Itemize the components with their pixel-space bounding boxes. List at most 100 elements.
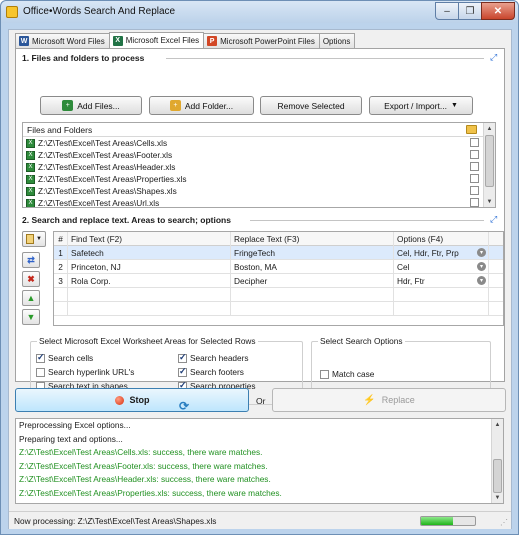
resize-grip-icon[interactable]: ⋰	[500, 518, 509, 527]
match-case-checkbox[interactable]: Match case	[320, 369, 374, 379]
options-cell[interactable]: Cel ▾	[394, 260, 489, 274]
file-row[interactable]: X Z:\Z\Test\Excel\Test Areas\Properties.x…	[23, 173, 495, 185]
file-path: Z:\Z\Test\Excel\Test Areas\Properties.xl…	[38, 174, 187, 184]
search-footers-checkbox[interactable]: Search footers	[178, 366, 244, 377]
scroll-down-icon[interactable]: ▼	[484, 196, 495, 207]
file-checkbox[interactable]	[470, 162, 479, 171]
options-dropdown-icon[interactable]: ▾	[477, 248, 486, 257]
col-find-text[interactable]: Find Text (F2)	[68, 232, 231, 246]
checkbox-checked[interactable]	[178, 366, 187, 377]
replace-label: Replace	[381, 395, 415, 405]
paste-dropdown-button[interactable]: ▼	[22, 231, 46, 247]
file-checkbox[interactable]	[470, 150, 479, 159]
scroll-thumb[interactable]	[493, 459, 502, 493]
tab-options[interactable]: Options	[318, 33, 356, 48]
add-row-button[interactable]: ⇄	[22, 252, 40, 268]
options-cell[interactable]	[394, 302, 489, 316]
file-checkbox[interactable]	[470, 174, 479, 183]
move-up-button[interactable]: ▲	[22, 290, 40, 306]
replace-text-cell[interactable]: Boston, MA	[231, 260, 394, 274]
replace-text-cell[interactable]: Decipher	[231, 274, 394, 288]
find-text-cell[interactable]: Safetech	[68, 246, 231, 260]
files-scrollbar[interactable]: ▲ ▼	[483, 123, 495, 207]
tab-word-files[interactable]: W Microsoft Word Files	[15, 33, 110, 48]
add-folder-button[interactable]: + Add Folder...	[149, 96, 254, 115]
file-row[interactable]: X Z:\Z\Test\Excel\Test Areas\Url.xls	[23, 197, 495, 207]
table-row[interactable]: 3 Rola Corp. Decipher Hdr, Ftr ▾	[54, 274, 503, 288]
replace-text-cell[interactable]	[231, 288, 394, 302]
move-down-button[interactable]: ▼	[22, 309, 40, 325]
table-row[interactable]: 1 Safetech FringeTech Cel, Hdr, Ftr, Prp ▾	[54, 246, 503, 260]
match-case-label: Match case	[332, 369, 375, 379]
scroll-up-icon[interactable]: ▲	[484, 123, 495, 134]
close-button[interactable]: ✕	[481, 2, 515, 20]
row-number: 1	[54, 246, 68, 260]
file-row[interactable]: X Z:\Z\Test\Excel\Test Areas\Header.xls	[23, 161, 495, 173]
file-checkbox[interactable]	[470, 186, 479, 195]
tab-powerpoint-files[interactable]: P Microsoft PowerPoint Files	[203, 33, 320, 48]
files-and-folders-list[interactable]: Files and Folders X Z:\Z\Test\Excel\Test …	[22, 122, 496, 208]
row-number	[54, 302, 68, 316]
add-folder-icon: +	[169, 100, 181, 111]
search-hyperlinks-checkbox[interactable]: Search hyperlink URL's	[36, 367, 134, 377]
find-text-cell[interactable]: Princeton, NJ	[68, 260, 231, 274]
scroll-thumb[interactable]	[485, 135, 494, 187]
options-dropdown-icon[interactable]: ▾	[477, 262, 486, 271]
find-text-cell[interactable]: Rola Corp.	[68, 274, 231, 288]
section2-title: 2. Search and replace text. Areas to sea…	[22, 215, 231, 225]
delete-row-button[interactable]: ✖	[22, 271, 40, 287]
search-cells-label: Search cells	[48, 353, 94, 363]
file-path: Z:\Z\Test\Excel\Test Areas\Header.xls	[38, 162, 176, 172]
options-dropdown-icon[interactable]: ▾	[477, 276, 486, 285]
minimize-button[interactable]: –	[435, 2, 459, 20]
remove-selected-button[interactable]: Remove Selected	[260, 96, 362, 115]
title-bar[interactable]: Office•Words Search And Replace – ❐ ✕	[1, 1, 518, 23]
log-scrollbar[interactable]: ▲ ▼	[491, 419, 503, 503]
export-import-label: Export / Import...	[384, 100, 447, 111]
search-headers-checkbox[interactable]: Search headers	[178, 352, 249, 363]
table-row[interactable]: 2 Princeton, NJ Boston, MA Cel ▾	[54, 260, 503, 274]
col-options[interactable]: Options (F4)	[394, 232, 489, 246]
search-replace-grid[interactable]: # Find Text (F2) Replace Text (F3) Optio…	[53, 231, 504, 326]
file-path: Z:\Z\Test\Excel\Test Areas\Cells.xls	[38, 138, 168, 148]
search-cells-checkbox[interactable]: Search cells	[36, 352, 94, 363]
options-cell[interactable]: Hdr, Ftr ▾	[394, 274, 489, 288]
search-hyperlinks-label: Search hyperlink URL's	[48, 367, 135, 377]
find-text-cell[interactable]	[68, 288, 231, 302]
excel-file-icon: X	[26, 150, 35, 160]
table-row[interactable]	[54, 288, 503, 302]
checkbox-checked[interactable]	[178, 352, 187, 363]
stop-button[interactable]: Stop ⟳	[15, 388, 249, 413]
file-row[interactable]: X Z:\Z\Test\Excel\Test Areas\Cells.xls	[23, 137, 495, 149]
checkbox-unchecked[interactable]	[320, 369, 329, 379]
replace-text-cell[interactable]	[231, 302, 394, 316]
add-files-button[interactable]: + Add Files...	[40, 96, 142, 115]
file-checkbox[interactable]	[470, 198, 479, 207]
excel-file-icon: X	[26, 198, 35, 207]
expand-icon[interactable]: ⤢	[490, 53, 499, 62]
table-row[interactable]	[54, 302, 503, 316]
checkbox-checked[interactable]	[36, 352, 45, 363]
options-cell[interactable]	[394, 288, 489, 302]
col-replace-text[interactable]: Replace Text (F3)	[231, 232, 394, 246]
log-panel[interactable]: Preprocessing Excel options... Preparing …	[15, 418, 504, 504]
expand-icon[interactable]: ⤢	[490, 215, 499, 224]
open-folder-icon[interactable]	[466, 125, 477, 134]
file-checkbox[interactable]	[470, 138, 479, 147]
find-text-cell[interactable]	[68, 302, 231, 316]
maximize-button[interactable]: ❐	[458, 2, 482, 20]
checkbox-unchecked[interactable]	[36, 367, 45, 377]
log-line: Z:\Z\Test\Excel\Test Areas\Cells.xls: su…	[19, 447, 263, 457]
add-files-icon: +	[62, 100, 74, 111]
export-import-button[interactable]: Export / Import... ▼	[369, 96, 473, 115]
file-row[interactable]: X Z:\Z\Test\Excel\Test Areas\Footer.xls	[23, 149, 495, 161]
options-cell[interactable]: Cel, Hdr, Ftr, Prp ▾	[394, 246, 489, 260]
app-window: Office•Words Search And Replace – ❐ ✕ W …	[0, 0, 519, 535]
file-row[interactable]: X Z:\Z\Test\Excel\Test Areas\Shapes.xls	[23, 185, 495, 197]
tab-excel-files[interactable]: X Microsoft Excel Files	[108, 32, 205, 48]
excel-file-icon: X	[26, 186, 35, 196]
replace-button[interactable]: ⚡ Replace	[272, 388, 506, 412]
scroll-down-icon[interactable]: ▼	[492, 492, 503, 503]
scroll-up-icon[interactable]: ▲	[492, 419, 503, 430]
replace-text-cell[interactable]: FringeTech	[231, 246, 394, 260]
